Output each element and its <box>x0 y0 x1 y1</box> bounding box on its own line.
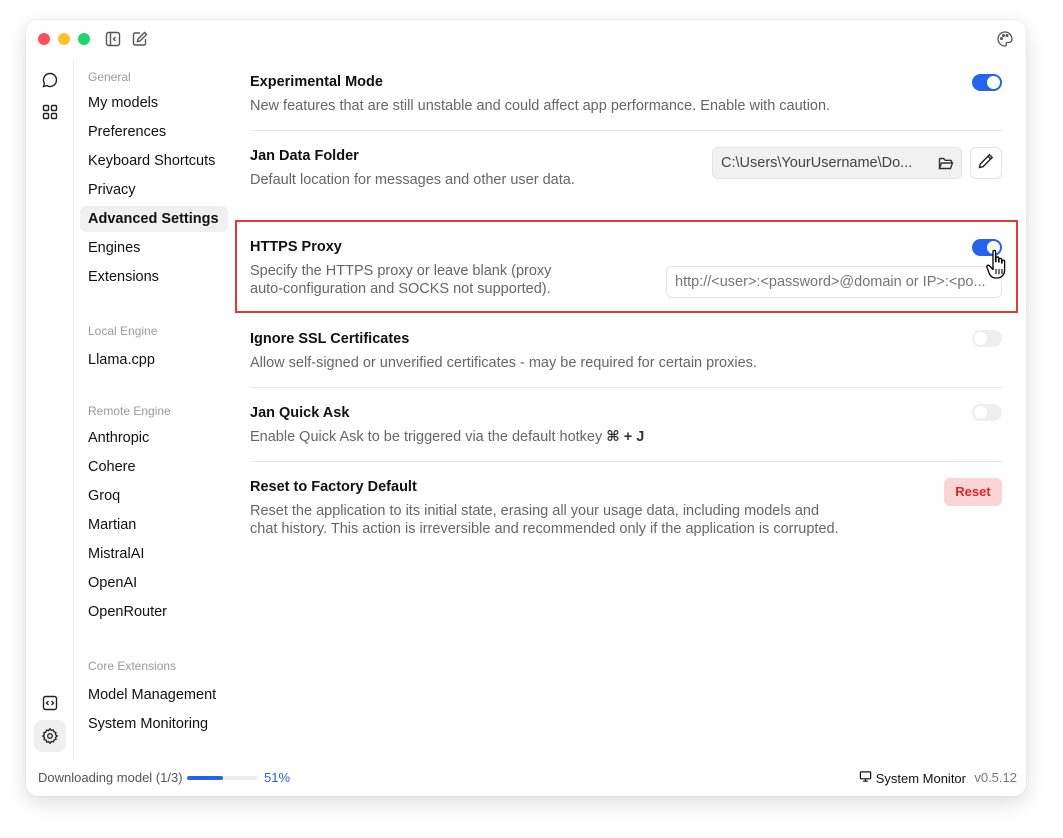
download-status-label: Downloading model (1/3) <box>38 770 183 785</box>
https-proxy-toggle[interactable] <box>972 239 1002 256</box>
nav-item-preferences[interactable]: Preferences <box>80 119 228 145</box>
setting-title: Ignore SSL Certificates <box>250 331 410 347</box>
setting-experimental-mode: Experimental Mode New features that are … <box>250 74 1002 116</box>
ignore-ssl-toggle[interactable] <box>972 330 1002 347</box>
setting-title: Experimental Mode <box>250 74 383 90</box>
app-version: v0.5.12 <box>974 770 1017 785</box>
download-progress-fill <box>187 776 223 780</box>
quick-ask-toggle[interactable] <box>972 404 1002 421</box>
chat-icon[interactable] <box>34 64 66 96</box>
nav-item-extensions[interactable]: Extensions <box>80 264 228 290</box>
folder-open-icon[interactable] <box>937 154 955 172</box>
setting-https-proxy: HTTPS Proxy Specify the HTTPS proxy or l… <box>250 239 1002 298</box>
nav-item-groq[interactable]: Groq <box>80 483 228 509</box>
nav-item-keyboard-shortcuts[interactable]: Keyboard Shortcuts <box>80 148 228 174</box>
nav-item-mistralai[interactable]: MistralAI <box>80 541 228 567</box>
title-bar <box>26 20 1026 60</box>
data-folder-path: C:\Users\YourUsername\Do... <box>721 155 913 171</box>
setting-jan-data-folder: Jan Data Folder Default location for mes… <box>250 147 1002 190</box>
hotkey-label: ⌘ + J <box>606 429 645 445</box>
nav-heading-general: General <box>88 70 131 84</box>
nav-heading-core-extensions: Core Extensions <box>88 659 177 673</box>
setting-title: HTTPS Proxy <box>250 239 342 255</box>
code-icon[interactable] <box>34 687 66 719</box>
nav-item-anthropic[interactable]: Anthropic <box>80 425 228 451</box>
nav-heading-local-engine: Local Engine <box>88 324 158 338</box>
sidebar-toggle-icon[interactable] <box>104 30 122 48</box>
reset-button[interactable]: Reset <box>944 478 1002 506</box>
download-progress-bar <box>187 776 257 780</box>
compose-icon[interactable] <box>131 30 149 48</box>
setting-reset-factory: Reset to Factory Default Reset the appli… <box>250 478 1002 538</box>
nav-item-system-monitoring[interactable]: System Monitoring <box>80 711 228 737</box>
nav-item-advanced-settings[interactable]: Advanced Settings <box>80 206 228 232</box>
close-window-button[interactable] <box>38 33 50 45</box>
nav-item-openai[interactable]: OpenAI <box>80 570 228 596</box>
divider <box>250 461 1002 462</box>
setting-description: Allow self-signed or unverified certific… <box>250 355 757 371</box>
nav-heading-remote-engine: Remote Engine <box>88 404 171 418</box>
maximize-window-button[interactable] <box>78 33 90 45</box>
nav-item-martian[interactable]: Martian <box>80 512 228 538</box>
experimental-mode-toggle[interactable] <box>972 74 1002 91</box>
setting-description: Enable Quick Ask to be triggered via the… <box>250 429 1002 447</box>
setting-quick-ask: Jan Quick Ask Enable Quick Ask to be tri… <box>250 404 1002 447</box>
nav-item-privacy[interactable]: Privacy <box>80 177 228 203</box>
nav-item-openrouter[interactable]: OpenRouter <box>80 599 228 625</box>
description-line: chat history. This action is irreversibl… <box>250 520 839 537</box>
setting-description: New features that are still unstable and… <box>250 98 831 114</box>
minimize-window-button[interactable] <box>58 33 70 45</box>
nav-item-engines[interactable]: Engines <box>80 235 228 261</box>
edit-data-folder-button[interactable] <box>970 147 1002 179</box>
description-text: Enable Quick Ask to be triggered via the… <box>250 429 607 445</box>
data-folder-path-field[interactable]: C:\Users\YourUsername\Do... <box>712 147 962 179</box>
setting-title: Reset to Factory Default <box>250 479 417 495</box>
nav-item-llama-cpp[interactable]: Llama.cpp <box>80 347 228 373</box>
description-line: Reset the application to its initial sta… <box>250 503 820 519</box>
nav-item-my-models[interactable]: My models <box>80 90 228 116</box>
https-proxy-input[interactable] <box>666 266 1002 298</box>
palette-icon[interactable] <box>996 30 1014 48</box>
pencil-icon <box>977 152 995 175</box>
icon-rail <box>26 60 74 760</box>
download-progress-percent: 51% <box>264 770 291 785</box>
hub-grid-icon[interactable] <box>34 96 66 128</box>
status-bar: Downloading model (1/3) 51% System Monit… <box>26 760 1026 796</box>
monitor-icon <box>859 770 872 786</box>
settings-nav: General My models Preferences Keyboard S… <box>80 60 230 760</box>
system-monitor-button[interactable]: System Monitor <box>859 770 966 786</box>
nav-item-cohere[interactable]: Cohere <box>80 454 228 480</box>
setting-ignore-ssl: Ignore SSL Certificates Allow self-signe… <box>250 330 1002 373</box>
system-monitor-label: System Monitor <box>875 770 966 786</box>
divider <box>250 387 1002 388</box>
divider <box>250 130 1002 131</box>
setting-title: Jan Quick Ask <box>250 405 350 421</box>
app-window: General My models Preferences Keyboard S… <box>26 20 1026 796</box>
setting-description: Reset the application to its initial sta… <box>250 503 1002 538</box>
nav-item-model-management[interactable]: Model Management <box>80 682 228 708</box>
settings-icon[interactable] <box>34 720 66 752</box>
